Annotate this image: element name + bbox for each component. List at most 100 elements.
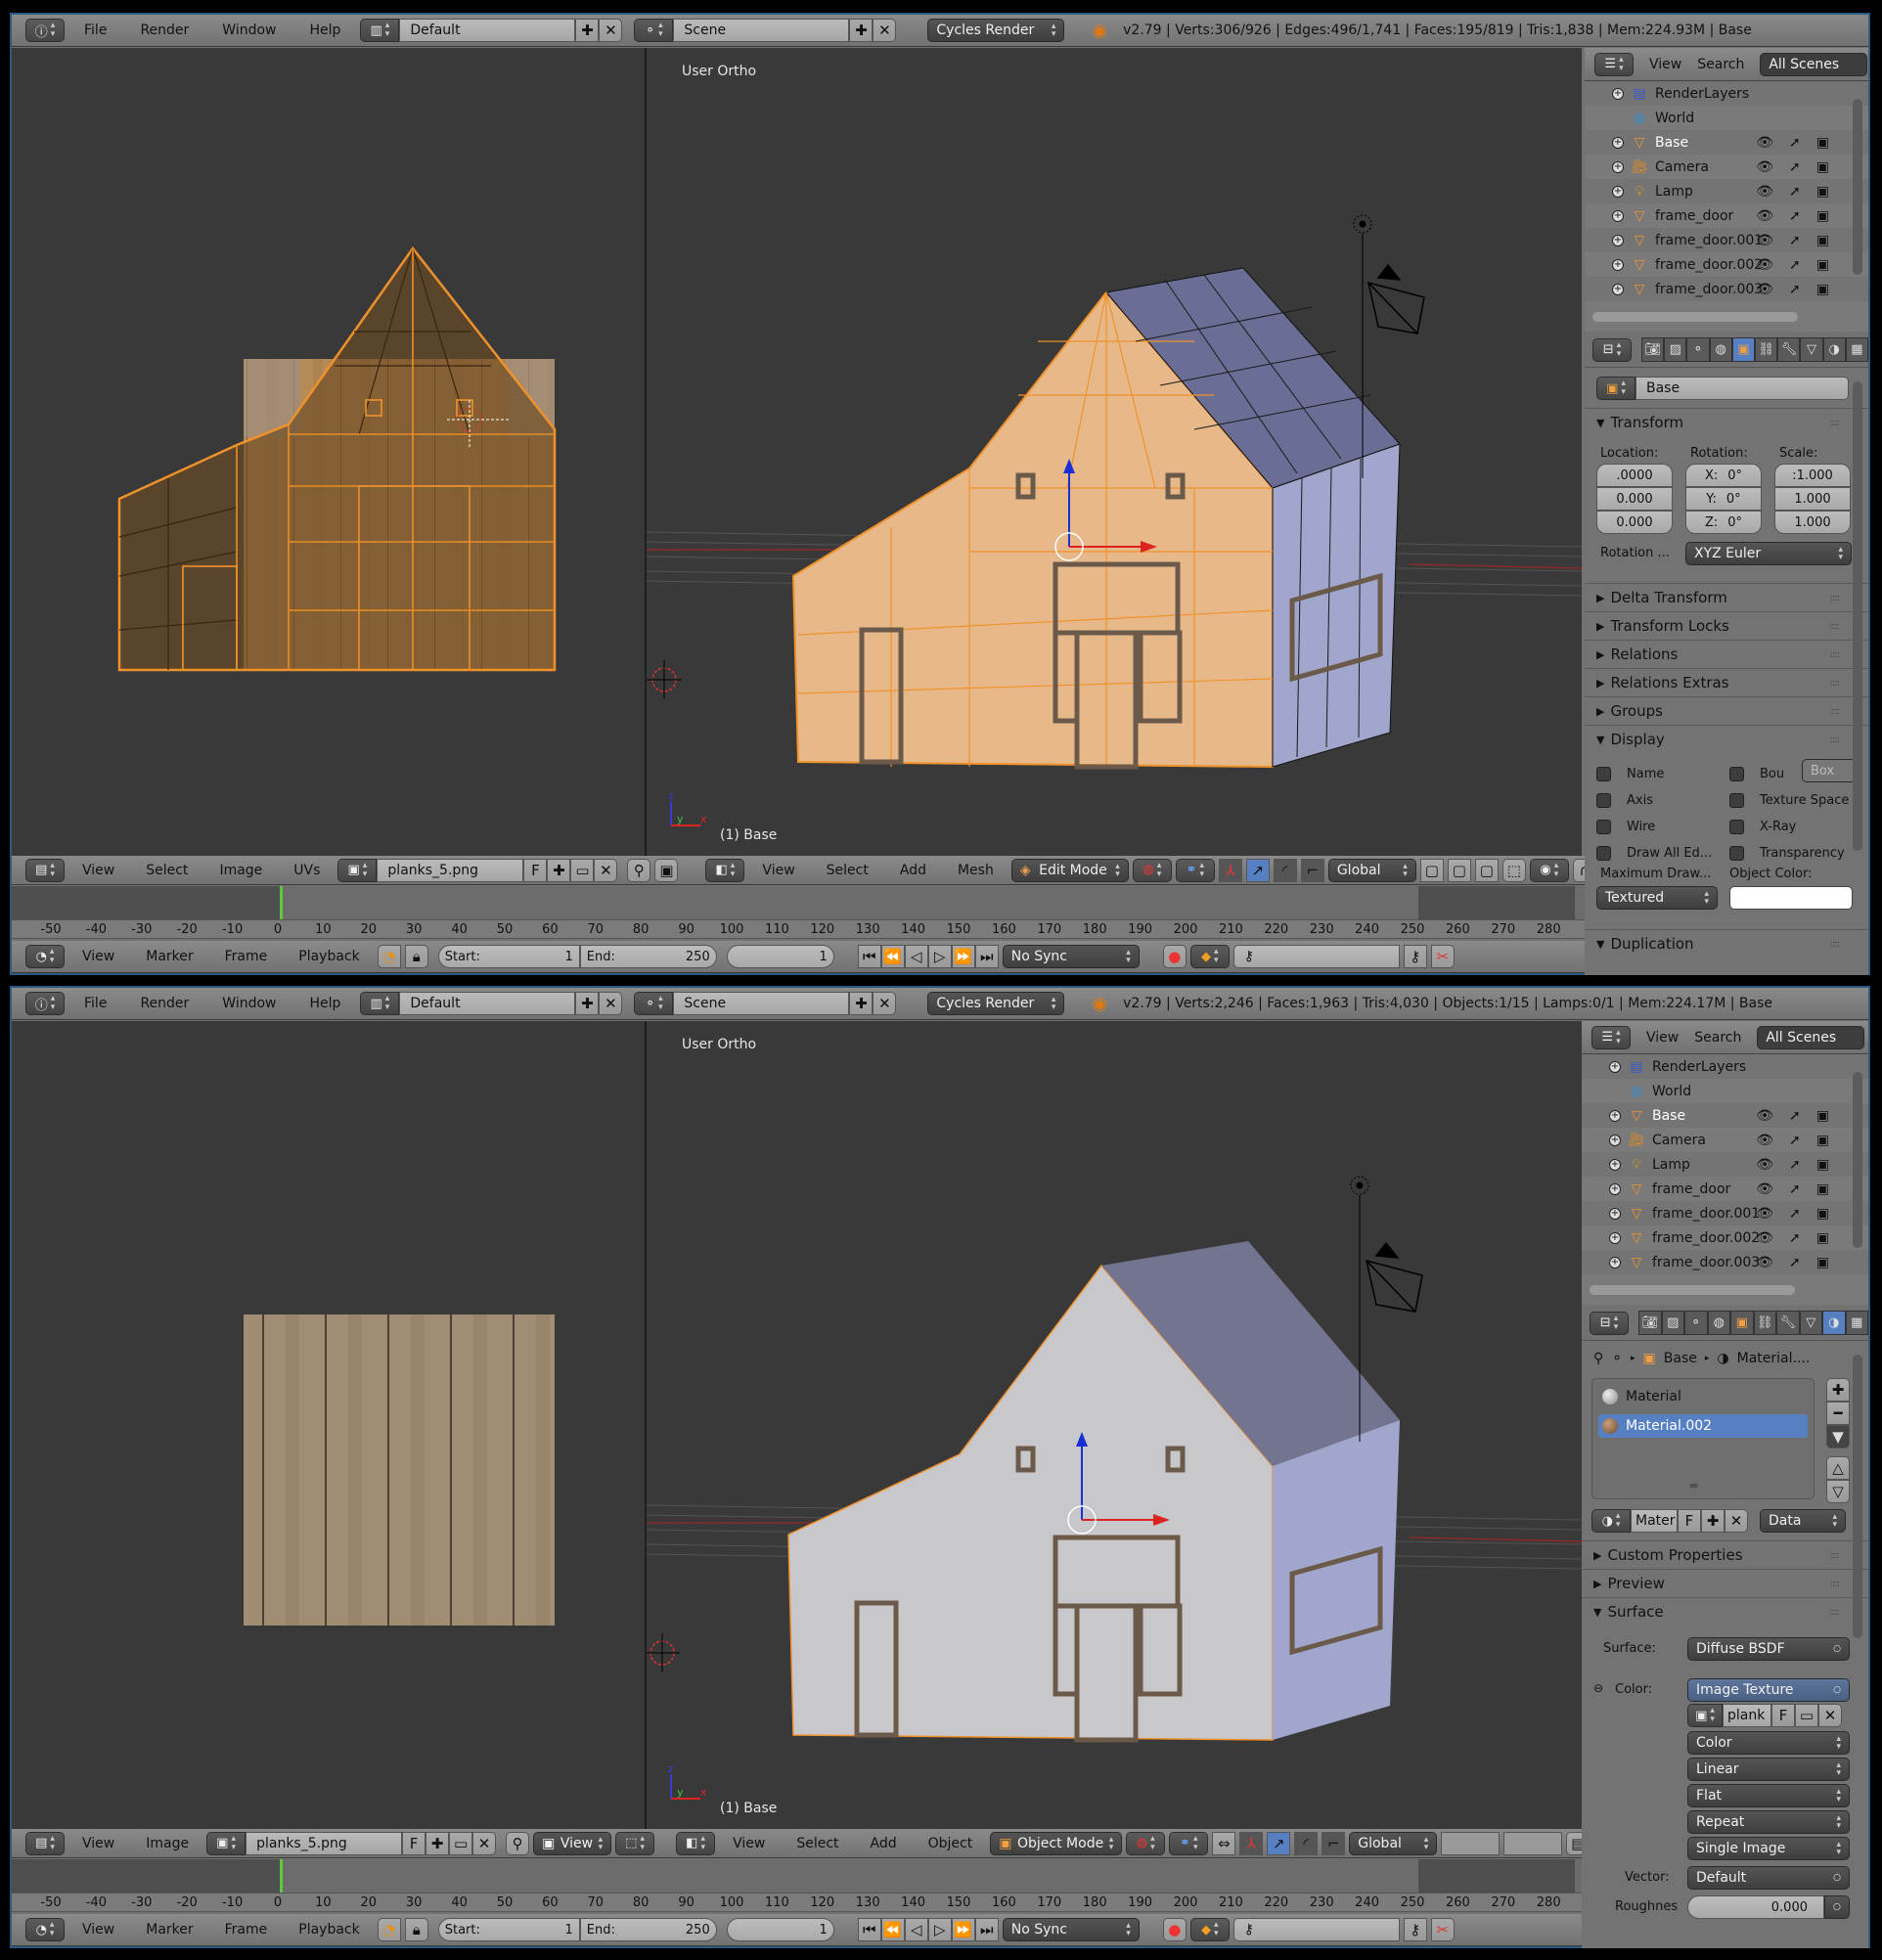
unlink-input-icon[interactable]: ⊖	[1593, 1681, 1603, 1695]
tab-world[interactable]: ◍	[1707, 1311, 1730, 1335]
material-fake-user-toggle[interactable]: F	[1678, 1509, 1701, 1533]
menu-window[interactable]: Window	[208, 22, 290, 38]
delete-screen-icon[interactable]: ✕	[599, 19, 623, 42]
renderability-camera-icon[interactable]: ▣	[1816, 208, 1829, 224]
outliner-item[interactable]: + ▽ frame_door 👁︎ ➚ ▣	[1582, 1177, 1868, 1201]
panel-header-collapsed[interactable]: ▶ Custom Properties::::	[1582, 1540, 1868, 1569]
visibility-eye-icon[interactable]: 👁︎	[1756, 282, 1773, 297]
view3d-menu-mesh[interactable]: Mesh	[944, 863, 1008, 878]
checkbox[interactable]	[1596, 793, 1611, 808]
expand-toggle-icon[interactable]: +	[1609, 1134, 1621, 1146]
outliner-item[interactable]: + ▽ frame_door.001 👁︎ ➚ ▣	[1582, 1201, 1868, 1225]
jump-keyframe-forward-icon[interactable]: ⏩	[951, 945, 975, 968]
selectability-arrow-icon[interactable]: ➚	[1789, 1230, 1801, 1246]
panel-display-header[interactable]: ▼ Display::::	[1585, 725, 1868, 753]
uv-menu-view[interactable]: View	[68, 863, 128, 878]
panel-header-collapsed[interactable]: ▶ Groups::::	[1585, 696, 1868, 725]
edge-select-icon[interactable]: ▢	[1447, 858, 1471, 882]
jump-end-icon[interactable]: ⏭	[974, 1918, 999, 1941]
material-slot-item[interactable]: Material	[1598, 1385, 1808, 1408]
pin-icon[interactable]: ⚲	[1593, 1351, 1603, 1366]
keying-set-field[interactable]: ⚷	[1232, 945, 1400, 968]
outliner[interactable]: ☰ ▴ ▾ View Search All Scenes + ▤ RenderLayer…	[1585, 48, 1868, 332]
selectability-arrow-icon[interactable]: ➚	[1789, 233, 1801, 248]
expand-toggle-icon[interactable]: +	[1612, 185, 1624, 198]
renderability-camera-icon[interactable]: ▣	[1816, 159, 1829, 175]
menu-window[interactable]: Window	[208, 996, 290, 1011]
outliner-item[interactable]: ◍ World	[1582, 1079, 1868, 1103]
timeline-editor-type-button[interactable]: ◔ ▴ ▾	[25, 1918, 65, 1941]
panel-duplication-header[interactable]: ▼ Duplication::::	[1585, 929, 1868, 958]
visibility-eye-icon[interactable]: 👁︎	[1756, 1255, 1773, 1270]
panel-drag-grip-icon[interactable]: ::::	[1830, 1579, 1841, 1589]
view3d-menu-select[interactable]: Select	[783, 1836, 852, 1851]
panel-drag-grip-icon[interactable]: ::::	[1830, 1550, 1841, 1561]
scale-y-field[interactable]: 1.000	[1774, 487, 1851, 511]
render-engine-dropdown[interactable]: Cycles Render ▴ ▾	[927, 19, 1065, 42]
pivot-point-button[interactable]: ⚭ ▴ ▾	[1175, 858, 1215, 882]
proportional-edit-button[interactable]: ◉ ▴ ▾	[1529, 858, 1569, 882]
outliner-editor-type-button[interactable]: ☰ ▴ ▾	[1591, 1025, 1631, 1049]
material-slot-list[interactable]: Material Material.002 ═	[1591, 1378, 1815, 1499]
selectability-arrow-icon[interactable]: ➚	[1789, 208, 1801, 224]
timeline-editor-type-button[interactable]: ◔ ▴ ▾	[25, 945, 65, 968]
delete-scene-icon[interactable]: ✕	[873, 19, 897, 42]
renderability-camera-icon[interactable]: ▣	[1816, 1133, 1829, 1148]
outliner-h-scrollbar[interactable]	[1592, 312, 1798, 322]
display-option-checkbox[interactable]: Name	[1596, 761, 1712, 787]
tab-render-layers[interactable]: ▨	[1664, 337, 1687, 362]
3d-view-type-button[interactable]: ◧ ▴ ▾	[705, 858, 745, 882]
tl-menu-frame[interactable]: Frame	[211, 1922, 282, 1938]
tab-data[interactable]: ▽	[1799, 1311, 1822, 1335]
panel-drag-grip-icon[interactable]: ::::	[1830, 649, 1841, 660]
add-scene-icon[interactable]: ✚	[849, 992, 874, 1015]
img-menu-view[interactable]: View	[68, 1836, 128, 1851]
properties-v-scrollbar[interactable]	[1853, 1355, 1862, 1638]
layer-buttons-2[interactable]	[1503, 1831, 1563, 1855]
renderability-camera-icon[interactable]: ▣	[1816, 184, 1829, 200]
outliner-menu-view[interactable]: View	[1646, 1030, 1679, 1046]
3d-viewport[interactable]: User Ortho z y x (1) Base	[647, 1021, 1582, 1829]
expand-toggle-icon[interactable]: +	[1612, 283, 1624, 295]
vertex-select-icon[interactable]: ▢	[1419, 858, 1444, 882]
info-editor-type-button[interactable]: ⓘ ▴ ▾	[25, 19, 65, 42]
selectability-arrow-icon[interactable]: ➚	[1789, 1108, 1801, 1124]
keying-mode-button[interactable]: ◆ ▴ ▾	[1189, 1918, 1230, 1941]
vector-input-button[interactable]: Default ○	[1687, 1866, 1850, 1890]
tl-menu-marker[interactable]: Marker	[132, 1922, 206, 1938]
expand-toggle-icon[interactable]: +	[1612, 234, 1624, 246]
material-slot-item[interactable]: Material.002	[1598, 1414, 1808, 1438]
image-view-mode-dropdown[interactable]: ▣ View ▴ ▾	[533, 1831, 612, 1855]
checkbox[interactable]	[1596, 846, 1611, 861]
lock-range-icon[interactable]: 🔒︎	[404, 1918, 428, 1941]
jump-keyframe-back-icon[interactable]: ⏪	[880, 1918, 905, 1941]
scene-field[interactable]: Scene	[673, 19, 850, 42]
panel-drag-grip-icon[interactable]: ::::	[1830, 593, 1841, 603]
outliner-item[interactable]: + 🎥︎ Camera 👁︎ ➚ ▣	[1582, 1128, 1868, 1152]
tl-menu-view[interactable]: View	[68, 949, 128, 964]
screen-layout-icon[interactable]: ▥ ▴ ▾	[360, 19, 400, 42]
view3d-menu-view[interactable]: View	[748, 863, 808, 878]
panel-header-collapsed[interactable]: ▶ Relations::::	[1585, 640, 1868, 668]
uv-menu-image[interactable]: Image	[205, 863, 276, 878]
start-frame-field[interactable]: Start: 1	[437, 945, 580, 968]
start-frame-field[interactable]: Start: 1	[437, 1918, 580, 1941]
outliner-filter-dropdown[interactable]: All Scenes	[1757, 1025, 1865, 1049]
tab-modifiers[interactable]: 🔧︎	[1776, 1311, 1800, 1335]
unlink-material-icon[interactable]: ✕	[1725, 1509, 1748, 1533]
outliner-item[interactable]: + ▽ frame_door.003 👁︎ ➚ ▣	[1582, 1250, 1868, 1274]
texture-option-dropdown[interactable]: Single Image ▴ ▾	[1687, 1837, 1850, 1860]
image-name-field[interactable]: planks_5.png	[377, 858, 524, 882]
move-slot-down-icon[interactable]: ▽	[1826, 1480, 1850, 1503]
uv-image-editor[interactable]	[12, 48, 645, 856]
properties-v-scrollbar[interactable]	[1853, 381, 1862, 851]
image-editor-type-button[interactable]: ▤ ▴ ▾	[25, 858, 65, 882]
max-draw-dropdown[interactable]: Textured ▴ ▾	[1596, 886, 1718, 910]
texture-option-dropdown[interactable]: Repeat ▴ ▾	[1687, 1810, 1850, 1834]
visibility-eye-icon[interactable]: 👁︎	[1756, 233, 1773, 248]
info-editor-type-button[interactable]: ⓘ ▴ ▾	[25, 992, 65, 1015]
renderability-camera-icon[interactable]: ▣	[1816, 1108, 1829, 1124]
selectability-arrow-icon[interactable]: ➚	[1789, 282, 1801, 297]
display-option-checkbox[interactable]: Axis	[1596, 787, 1712, 814]
unlink-image-icon[interactable]: ✕	[472, 1831, 497, 1855]
